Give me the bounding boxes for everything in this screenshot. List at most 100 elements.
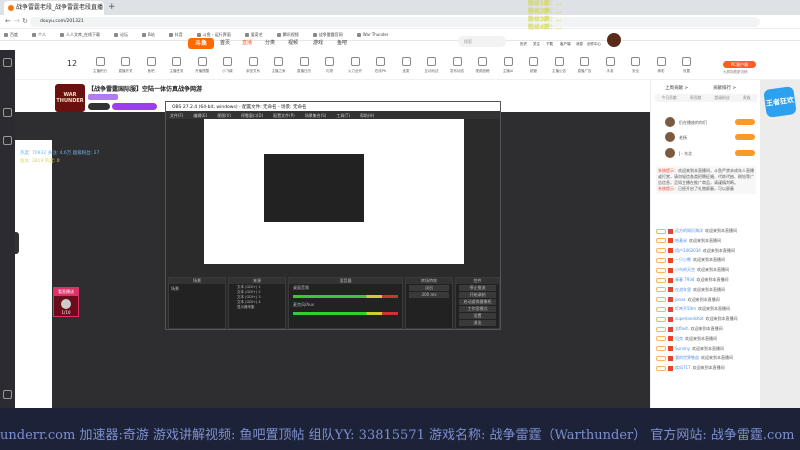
- last-week-link[interactable]: 上周贡献 >: [665, 85, 688, 91]
- chat-username[interactable]: 我的世界铁血: [675, 355, 699, 360]
- rank-row[interactable]: J・东北: [661, 147, 757, 160]
- studio-mode-button[interactable]: 工作室模式: [459, 306, 496, 312]
- chat-username[interactable]: 坦克: [675, 336, 683, 341]
- chat-username[interactable]: jonas: [675, 297, 686, 302]
- bookmark[interactable]: 个人: [32, 32, 46, 37]
- menu-item[interactable]: 编辑(E): [193, 113, 207, 118]
- obs-window[interactable]: OBS 27.2.4 (64-bit, windows) - 配置文件: 无命名…: [165, 101, 501, 330]
- rank-badge[interactable]: [88, 103, 110, 110]
- nav-home[interactable]: 首页: [220, 39, 230, 46]
- client-button[interactable]: 客户端: [560, 42, 571, 47]
- chat-username[interactable]: 在战车里: [675, 287, 691, 292]
- menu-item[interactable]: 文件(F): [170, 113, 183, 118]
- menu-item[interactable]: 场景集合(S): [305, 113, 327, 118]
- forward-icon[interactable]: →: [14, 17, 20, 25]
- room-avatar[interactable]: WAR THUNDER: [55, 84, 85, 112]
- volume-meter[interactable]: [293, 295, 398, 298]
- chat-username[interactable]: 哈基米: [675, 238, 687, 243]
- fan-badge: [668, 248, 673, 254]
- bookmark[interactable]: 斗鱼 - 运行界面: [197, 32, 231, 37]
- transition-select[interactable]: 淡出: [409, 285, 449, 291]
- level-badge: [656, 297, 666, 303]
- tab-week[interactable]: 周贡献: [690, 94, 701, 102]
- rank-link[interactable]: 贡献排行 >: [713, 85, 736, 91]
- sidebar-toggle[interactable]: [15, 232, 19, 254]
- pc-client-subtitle: 大屏观看更流畅: [723, 70, 748, 74]
- chat-username[interactable]: 叮咚不50m: [675, 306, 696, 311]
- douyu-logo[interactable]: 斗鱼: [188, 38, 214, 49]
- follow-button[interactable]: 关注: [533, 42, 540, 47]
- menu-item[interactable]: 帮助(H): [360, 113, 374, 118]
- chat-username[interactable]: 疾风717: [675, 365, 691, 370]
- video-icon[interactable]: [3, 108, 12, 117]
- activity-badge[interactable]: [112, 103, 157, 110]
- tool-icon: [350, 57, 360, 66]
- reload-icon[interactable]: ↻: [22, 17, 28, 25]
- bookmark[interactable]: 百度: [4, 32, 18, 37]
- browser-tab[interactable]: 战争雷霆老段_战争雷霆老段直播: [4, 1, 104, 15]
- source-item[interactable]: 显示器采集: [237, 305, 277, 310]
- exit-button[interactable]: 退出: [459, 320, 496, 326]
- creator-center-button[interactable]: 创作中心: [587, 42, 601, 47]
- tab-today[interactable]: 今日贡献: [662, 94, 677, 102]
- settings-icon[interactable]: [3, 390, 12, 399]
- chat-username[interactable]: 一只小熊: [675, 257, 691, 262]
- upload-icon[interactable]: [3, 136, 12, 145]
- promo-logo[interactable]: 王者狂欢: [763, 86, 797, 118]
- tab-noble[interactable]: 贵族: [743, 94, 751, 102]
- bookmark[interactable]: War Thunder: [357, 32, 389, 37]
- menu-item[interactable]: 配置文件(P): [273, 113, 295, 118]
- chat-username[interactable]: 用户1462034: [675, 248, 701, 253]
- tab-superfans[interactable]: 超级粉丝: [714, 94, 729, 102]
- shield-icon[interactable]: [3, 58, 12, 67]
- level-badge: [656, 228, 666, 234]
- duration-input[interactable]: 300 ms: [409, 292, 449, 298]
- download-button[interactable]: 下载: [546, 42, 553, 47]
- history-button[interactable]: 历史: [520, 42, 527, 47]
- menu-item[interactable]: 停靠窗口(D): [241, 113, 263, 118]
- nav-video[interactable]: 视频: [288, 39, 298, 46]
- volume-meter[interactable]: [293, 312, 398, 315]
- sources-dock: 来源 文本 (GDI+) 1 文本 (GDI+) 2 文本 (GDI+) 3 文…: [228, 277, 286, 329]
- nav-live[interactable]: 直播: [242, 39, 252, 46]
- menu-item[interactable]: 工具(T): [336, 113, 350, 118]
- chat-username[interactable]: Sunnny: [675, 346, 690, 351]
- bookmark[interactable]: 人人文库_在线下载: [60, 32, 100, 37]
- tool-icon: [427, 57, 436, 66]
- new-tab-button[interactable]: +: [108, 2, 116, 12]
- menu-item[interactable]: 视图(V): [217, 113, 231, 118]
- chat-username[interactable]: 志flash: [675, 326, 689, 331]
- settings-button[interactable]: 设置: [459, 313, 496, 319]
- bookmark[interactable]: 爱奇艺: [245, 32, 263, 37]
- bookmark[interactable]: B站: [142, 32, 155, 37]
- nav-yuba[interactable]: 鱼吧: [337, 39, 347, 46]
- left-sidebar: [0, 50, 15, 450]
- chat-username[interactable]: 青春 7934: [675, 277, 694, 282]
- chat-username[interactable]: 小鸟的天空: [675, 267, 695, 272]
- chat-message: 小鸟的天空 欢迎来到本直播间: [656, 267, 729, 273]
- scene-item[interactable]: 场景: [169, 284, 225, 294]
- transitions-dock: 转场特效 淡出 300 ms: [405, 277, 453, 329]
- rank-row[interactable]: 仍在播放的你们: [661, 116, 757, 129]
- pc-client-button[interactable]: PC客户端: [723, 61, 756, 68]
- bookmark[interactable]: 论坛: [114, 32, 128, 37]
- rank-row[interactable]: 老杨: [661, 131, 757, 144]
- bookmark[interactable]: 腾讯视频: [277, 32, 299, 37]
- chat-username[interactable]: superlandshot: [675, 316, 704, 321]
- nav-category[interactable]: 分类: [265, 39, 275, 46]
- messages-button[interactable]: 消息: [576, 42, 583, 47]
- bookmark[interactable]: 抖音: [169, 32, 183, 37]
- stop-streaming-button[interactable]: 停止推流: [459, 285, 496, 291]
- start-recording-button[interactable]: 开始录制: [459, 292, 496, 298]
- virtual-camera-button[interactable]: 启动虚拟摄像机: [459, 299, 496, 305]
- bookmark[interactable]: 战争雷霆官网: [313, 32, 343, 37]
- back-icon[interactable]: ←: [5, 17, 11, 25]
- chat-username[interactable]: 远方的知识海洋: [675, 228, 703, 233]
- obs-title: OBS 27.2.4 (64-bit, windows) - 配置文件: 无命名…: [166, 102, 500, 111]
- search-input[interactable]: 搜索: [458, 36, 506, 47]
- gift-count: 1/10: [61, 310, 71, 315]
- gift-widget[interactable]: 看直播送 1/10: [53, 287, 79, 317]
- tool-label: 互动玩法: [424, 69, 439, 73]
- toolbar-item[interactable]: 设置: [672, 57, 702, 74]
- nav-game[interactable]: 游戏: [313, 39, 323, 46]
